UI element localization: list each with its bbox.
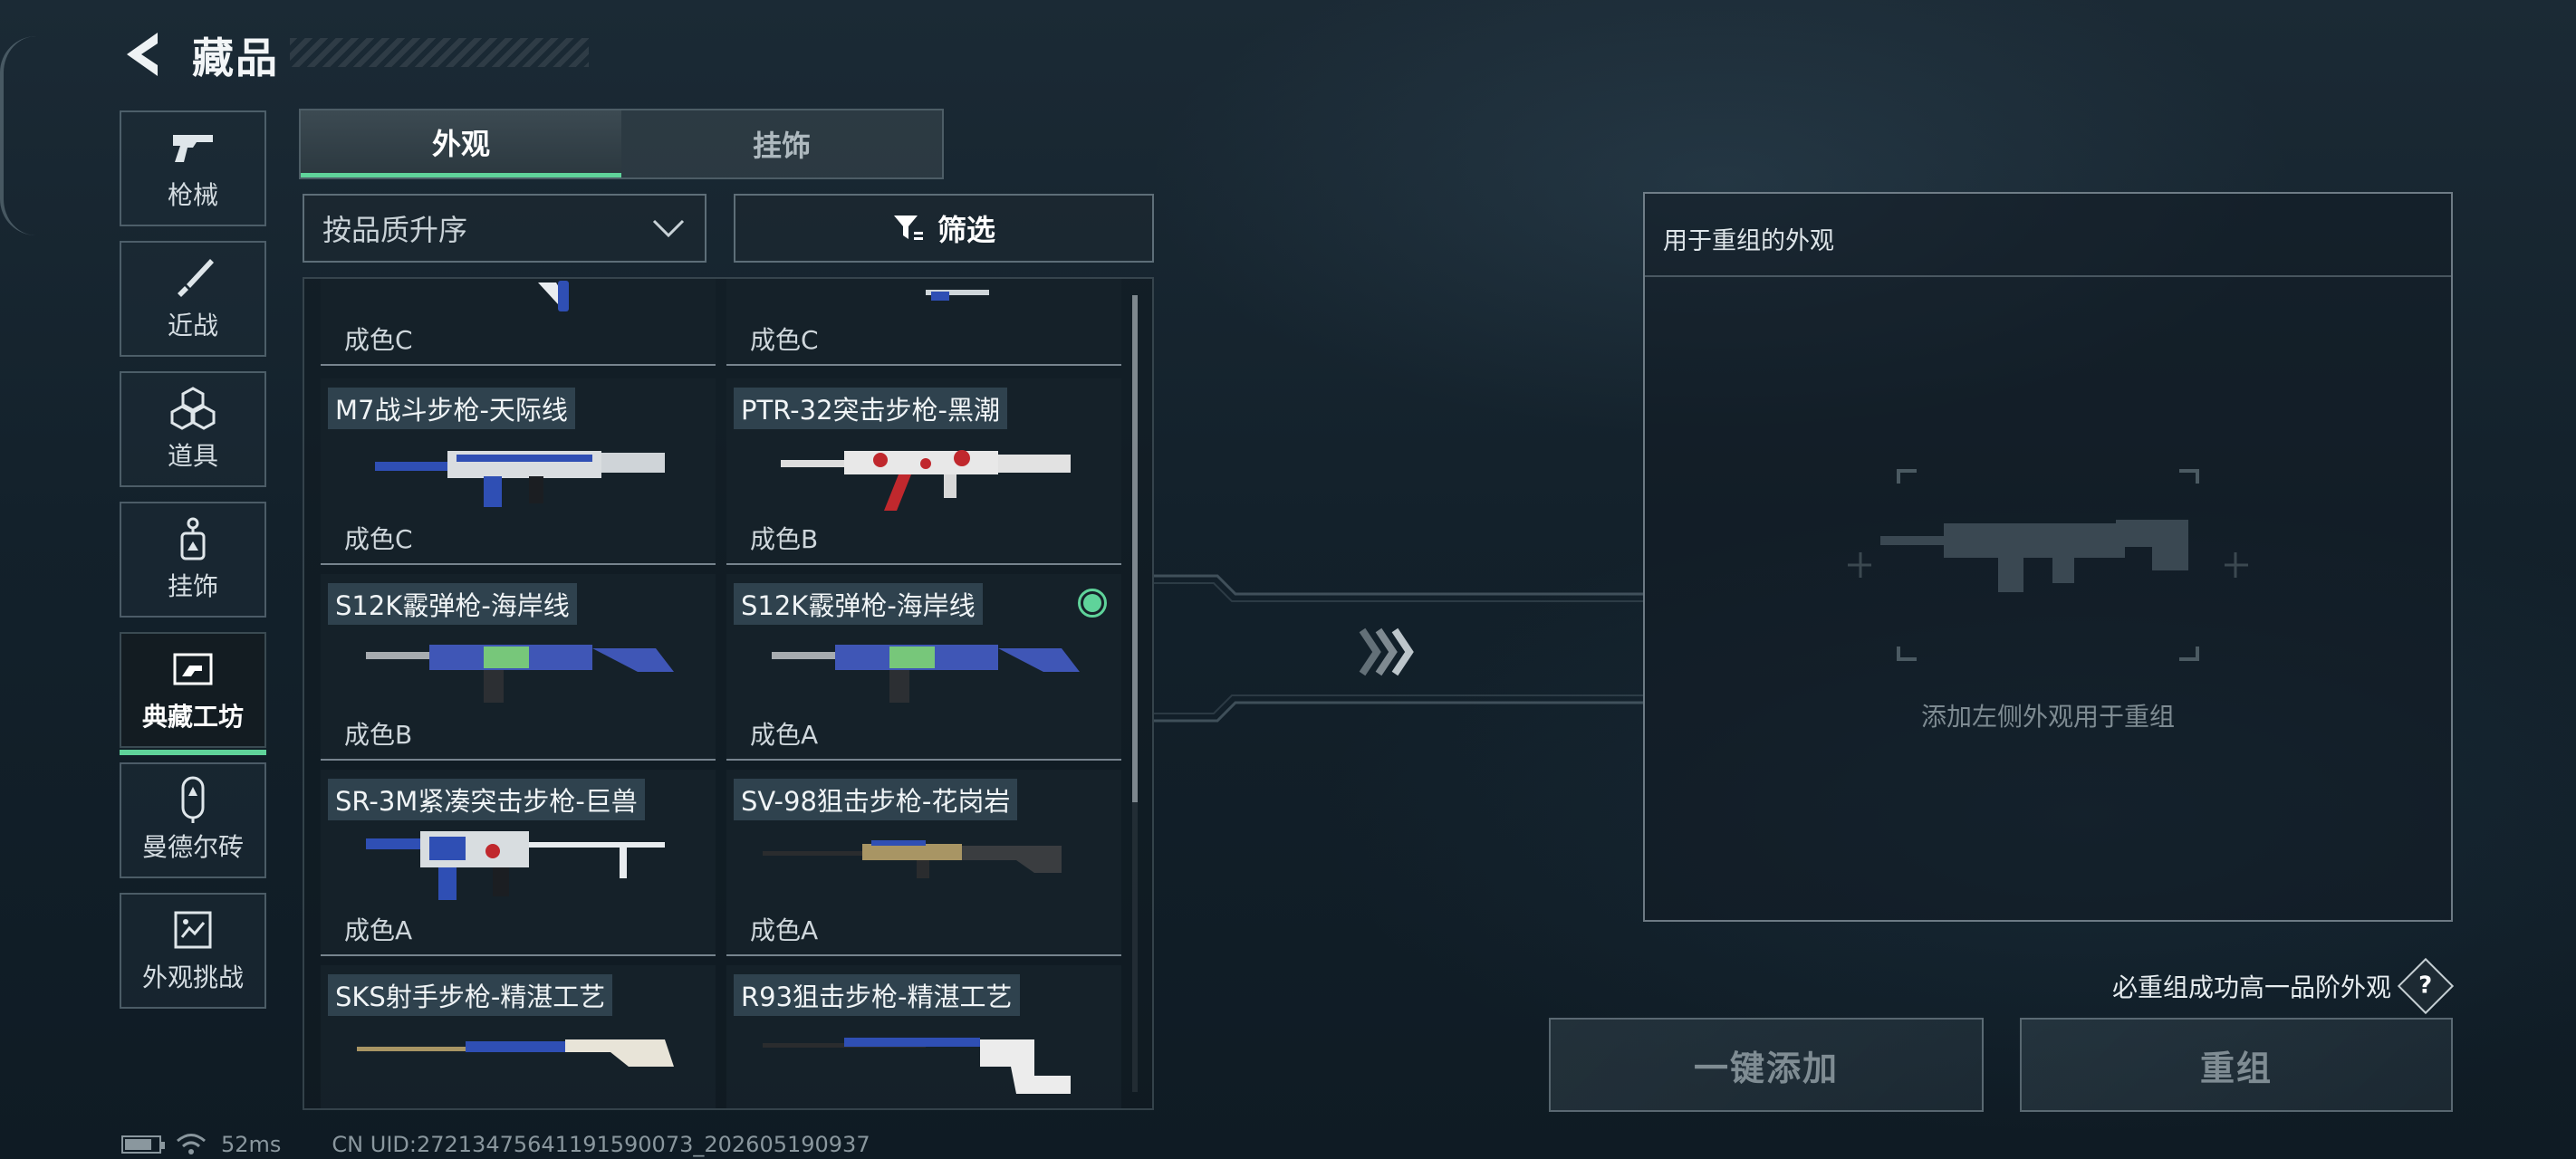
sidebar-item-items[interactable]: 道具 bbox=[120, 371, 266, 487]
sidebar-item-melee[interactable]: 近战 bbox=[120, 241, 266, 357]
knife-icon bbox=[168, 255, 218, 301]
tab-appearance[interactable]: 外观 bbox=[301, 110, 621, 177]
grade-label: 成色C bbox=[344, 325, 413, 355]
skin-card[interactable]: 成色C bbox=[726, 279, 1121, 366]
workshop-icon bbox=[168, 647, 218, 692]
sidebar-item-label: 枪械 bbox=[167, 180, 218, 210]
panel-header: 用于重组的外观 bbox=[1645, 194, 2451, 277]
grade-label: 成色C bbox=[344, 524, 413, 554]
sidebar-item-guns[interactable]: 枪械 bbox=[120, 110, 266, 226]
gun-thumbnail bbox=[538, 281, 569, 311]
empty-slot-placeholder[interactable] bbox=[1844, 465, 2252, 665]
sort-value: 按品质升序 bbox=[322, 213, 468, 247]
skin-card[interactable]: S12K霰弹枪-海岸线 成色B bbox=[321, 574, 716, 761]
filter-button[interactable]: 筛选 bbox=[734, 194, 1154, 263]
chevron-down-icon bbox=[652, 219, 685, 238]
grid-scrollbar[interactable] bbox=[1132, 295, 1138, 1092]
gun-thumbnail bbox=[357, 1039, 674, 1067]
tab-charms[interactable]: 挂饰 bbox=[621, 110, 942, 177]
edge-decoration bbox=[0, 36, 36, 235]
sidebar-item-mandel-brick[interactable]: 曼德尔砖 bbox=[120, 762, 266, 878]
skin-card[interactable]: 成色C bbox=[321, 279, 716, 366]
sidebar-item-label: 典藏工坊 bbox=[141, 702, 244, 732]
back-button[interactable] bbox=[118, 27, 172, 81]
sidebar-item-label: 道具 bbox=[167, 441, 218, 471]
ping-value: 52ms bbox=[221, 1132, 282, 1157]
brick-icon bbox=[168, 776, 218, 823]
status-bar: 52ms CN UID:272134756411915900​73_202605… bbox=[121, 1130, 937, 1159]
gun-thumbnail bbox=[763, 1038, 1071, 1094]
skin-card[interactable]: M7战斗步枪-天际线 成色C bbox=[321, 378, 716, 565]
rifle-silhouette-icon bbox=[1880, 520, 2188, 592]
wifi-icon bbox=[177, 1134, 206, 1154]
recombine-button[interactable]: 重组 bbox=[2020, 1018, 2453, 1112]
grade-label: 成色B bbox=[750, 524, 819, 554]
sort-dropdown[interactable]: 按品质升序 bbox=[303, 194, 706, 263]
sidebar-item-charms[interactable]: 挂饰 bbox=[120, 502, 266, 618]
challenge-icon bbox=[168, 907, 218, 953]
connector-decoration bbox=[1154, 574, 1643, 723]
recombine-label: 重组 bbox=[2199, 1048, 2273, 1088]
filter-label: 筛选 bbox=[937, 213, 995, 247]
skin-card[interactable]: S12K霰弹枪-海岸线 成色A bbox=[726, 574, 1121, 761]
title-decoration bbox=[290, 38, 589, 67]
gun-thumbnail bbox=[781, 450, 1071, 511]
page-title: 藏品 bbox=[192, 34, 279, 82]
charm-icon bbox=[168, 516, 218, 561]
help-button[interactable]: ? bbox=[2397, 957, 2455, 1015]
selected-indicator bbox=[1078, 589, 1107, 618]
sidebar-item-label: 外观挑战 bbox=[141, 963, 244, 992]
gun-thumbnail bbox=[366, 831, 665, 900]
battery-icon bbox=[121, 1135, 165, 1154]
pistol-icon bbox=[168, 125, 218, 170]
gun-thumbnail bbox=[763, 840, 1062, 878]
page-header: 藏品 bbox=[118, 20, 589, 92]
user-uid: CN UID:272134756411915900​73_20260519093… bbox=[332, 1132, 870, 1157]
triple-chevron-icon bbox=[1359, 627, 1414, 676]
scrollbar-thumb[interactable] bbox=[1132, 295, 1138, 802]
grade-label: 成色C bbox=[750, 325, 819, 355]
sidebar-item-workshop[interactable]: 典藏工坊 bbox=[120, 632, 266, 755]
grade-label: 成色A bbox=[750, 915, 819, 945]
gun-thumbnail bbox=[375, 451, 665, 507]
question-icon: ? bbox=[2418, 972, 2433, 1000]
skin-card[interactable]: SV-98狙击步枪-花岗岩 成色A bbox=[726, 770, 1121, 956]
sidebar-item-label: 挂饰 bbox=[167, 571, 218, 601]
recombine-panel: 用于重组的外观 添加左侧外观用于重组 bbox=[1643, 192, 2453, 922]
grade-label: 成色B bbox=[344, 720, 413, 750]
back-arrow-icon bbox=[127, 33, 158, 76]
panel-title: 用于重组的外观 bbox=[1663, 227, 1834, 255]
add-all-button[interactable]: 一键添加 bbox=[1549, 1018, 1984, 1112]
grade-label: 成色A bbox=[344, 915, 413, 945]
skin-card[interactable]: PTR-32突击步枪-黑潮 成色B bbox=[726, 378, 1121, 565]
sidebar-item-label: 曼德尔砖 bbox=[141, 832, 244, 862]
add-all-label: 一键添加 bbox=[1693, 1048, 1839, 1088]
skin-card[interactable]: R93狙击步枪-精湛工艺 bbox=[726, 965, 1121, 1108]
cubes-icon bbox=[168, 386, 218, 431]
sidebar-item-skin-challenge[interactable]: 外观挑战 bbox=[120, 893, 266, 1009]
gun-thumbnail bbox=[366, 645, 674, 703]
gun-thumbnail bbox=[772, 645, 1080, 703]
skin-grid: 成色C 成色C M7战斗步枪-天际线 成色C PTR-32突击步枪-黑潮 成色B bbox=[303, 277, 1154, 1110]
skin-card[interactable]: SR-3M紧凑突击步枪-巨兽 成色A bbox=[321, 770, 716, 956]
sidebar-item-label: 近战 bbox=[167, 311, 218, 340]
gun-thumbnail bbox=[926, 290, 989, 301]
guarantee-text: 必重组成功高一品阶外观 bbox=[2111, 972, 2391, 1002]
panel-hint: 添加左侧外观用于重组 bbox=[1920, 702, 2175, 732]
filter-icon bbox=[893, 216, 923, 240]
skin-card[interactable]: SKS射手步枪-精湛工艺 bbox=[321, 965, 716, 1108]
grade-label: 成色A bbox=[750, 720, 819, 750]
guarantee-note: 必重组成功高一品阶外观 ? bbox=[2047, 957, 2455, 1015]
tab-bar: 外观 挂饰 bbox=[299, 109, 944, 179]
